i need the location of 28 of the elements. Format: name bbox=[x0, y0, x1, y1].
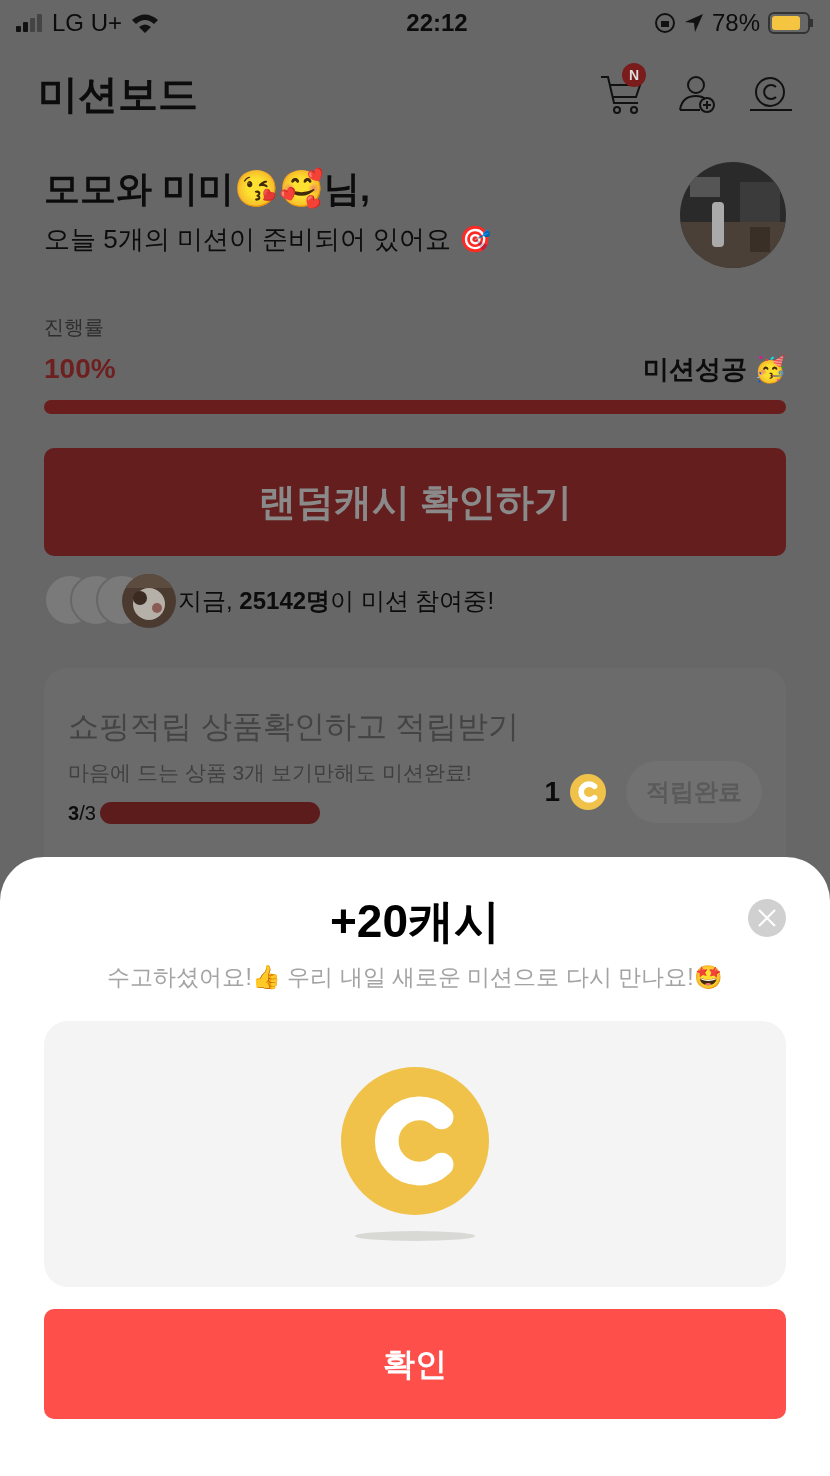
close-icon bbox=[757, 908, 777, 928]
mission-status: 미션성공 🥳 bbox=[642, 352, 786, 386]
page-title: 미션보드 bbox=[38, 71, 198, 118]
coin-icon bbox=[341, 1066, 489, 1215]
signal-icon bbox=[16, 14, 44, 32]
progress-percent: 100% bbox=[44, 352, 116, 386]
modal-message: 수고하셨어요!👍 우리 내일 새로운 미션으로 다시 만나요!🤩 bbox=[107, 963, 723, 992]
reward-amount: 1 bbox=[544, 775, 560, 810]
modal-title: +20캐시 bbox=[330, 894, 500, 949]
mission-count: 3/3 bbox=[68, 801, 96, 826]
participants-text: 지금, 25142명이 미션 참여중! bbox=[178, 586, 495, 616]
clock-time: 22:12 bbox=[405, 8, 468, 38]
progress-label: 진행률 bbox=[44, 315, 105, 340]
location-arrow-icon bbox=[683, 13, 704, 33]
battery-percent: 78% bbox=[711, 8, 760, 38]
random-cash-button[interactable]: 랜덤캐시 확인하기 bbox=[44, 448, 786, 556]
notification-badge: N bbox=[622, 63, 646, 87]
add-user-icon[interactable] bbox=[678, 74, 716, 114]
confirm-button[interactable]: 확인 bbox=[44, 1308, 786, 1419]
greeting-title: 모모와 미미😘🥰님, bbox=[44, 166, 371, 211]
battery-icon bbox=[768, 12, 814, 34]
greeting-subtitle: 오늘 5개의 미션이 준비되어 있어요 🎯 bbox=[44, 223, 491, 256]
coin-icon bbox=[570, 774, 606, 811]
carrier-name: LG U+ bbox=[52, 8, 123, 38]
coin-icon[interactable] bbox=[750, 76, 792, 112]
rotation-lock-icon bbox=[653, 12, 676, 34]
shadow-icon bbox=[355, 1230, 475, 1241]
wifi-icon bbox=[130, 12, 161, 34]
